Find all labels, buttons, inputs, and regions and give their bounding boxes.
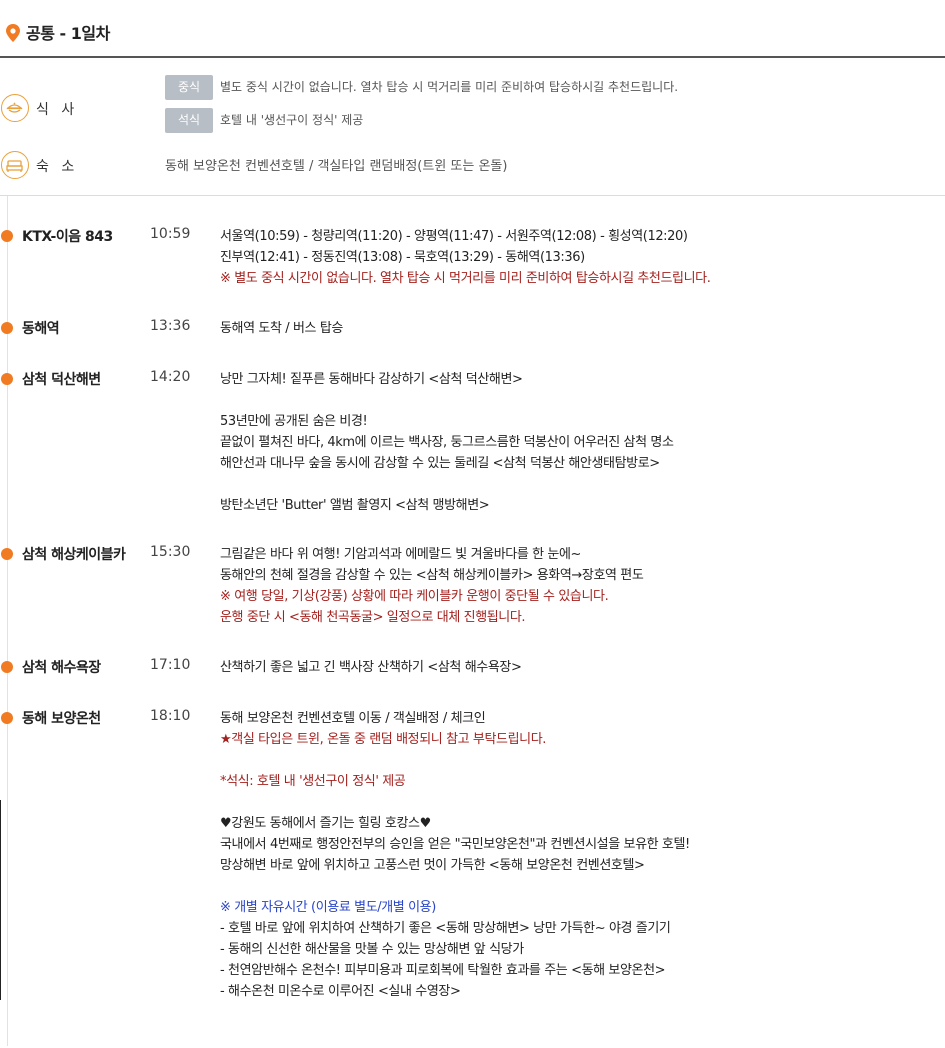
schedule-description: 서울역(10:59) - 청량리역(11:20) - 양평역(11:47) - … xyxy=(220,226,935,289)
description-line: 낭만 그자체! 짙푸른 동해바다 감상하기 <삼척 덕산해변> xyxy=(220,372,523,387)
schedule-place: 삼척 해상케이블카 xyxy=(22,547,126,563)
schedule-time: 14:20 xyxy=(150,369,191,385)
meal-label: 식 사 xyxy=(36,102,79,118)
dinner-text: 호텔 내 '생선구이 정식' 제공 xyxy=(220,113,364,127)
day-header: 공통 - 1일차 xyxy=(0,0,945,58)
timeline-dot xyxy=(1,548,13,560)
schedule-place: 삼척 해수욕장 xyxy=(22,660,101,676)
schedule-place: 삼척 덕산해변 xyxy=(22,372,101,388)
schedule-description: 동해역 도착 / 버스 탑승 xyxy=(220,318,935,339)
schedule-time: 13:36 xyxy=(150,318,191,334)
schedule-description: 그림같은 바다 위 여행! 기암괴석과 에메랄드 빛 겨울바다를 한 눈에~ 동… xyxy=(220,544,935,628)
description-free-time-heading: ※ 개별 자유시간 (이용료 별도/개별 이용) xyxy=(220,900,436,915)
timeline-dot xyxy=(1,373,13,385)
schedule-description: 산책하기 좋은 넓고 긴 백사장 산책하기 <삼척 해수욕장> xyxy=(220,657,935,678)
description-line: 서울역(10:59) - 청량리역(11:20) - 양평역(11:47) - … xyxy=(220,229,688,244)
description-spacer xyxy=(220,390,935,411)
description-line: 동해역 도착 / 버스 탑승 xyxy=(220,321,343,336)
description-line: - 천연암반해수 온천수! 피부미용과 피로회복에 탁월한 효과를 주는 <동해… xyxy=(220,963,666,978)
description-spacer xyxy=(220,750,935,771)
description-notice: ※ 여행 당일, 기상(강풍) 상황에 따라 케이블카 운행이 중단될 수 있습… xyxy=(220,589,609,604)
description-line: - 해수온천 미온수로 이루어진 <실내 수영장> xyxy=(220,984,461,999)
description-line: 망상해변 바로 앞에 위치하고 고풍스런 멋이 가득한 <동해 보양온천 컨벤션… xyxy=(220,858,645,873)
description-line: 진부역(12:41) - 정동진역(13:08) - 묵호역(13:29) - … xyxy=(220,250,585,265)
description-line: - 동해의 신선한 해산물을 맛볼 수 있는 망상해변 앞 식당가 xyxy=(220,942,524,957)
lunch-text: 별도 중식 시간이 없습니다. 열차 탑승 시 먹거리를 미리 준비하여 탑승하… xyxy=(220,80,679,94)
schedule-description: 동해 보양온천 컨벤션호텔 이동 / 객실배정 / 체크인 ★객실 타입은 트윈… xyxy=(220,708,935,1002)
description-notice: ★객실 타입은 트윈, 온돌 중 랜덤 배정되니 참고 부탁드립니다. xyxy=(220,732,547,747)
description-line: ♥강원도 동해에서 즐기는 힐링 호캉스♥ xyxy=(220,816,431,831)
left-border xyxy=(0,800,1,1000)
bed-icon xyxy=(1,151,29,179)
description-line: 끝없이 펼쳐진 바다, 4km에 이르는 백사장, 둥그르스름한 덕봉산이 어우… xyxy=(220,435,674,450)
description-notice: 운행 중단 시 <동해 천곡동굴> 일정으로 대체 진행됩니다. xyxy=(220,610,526,625)
schedule-place: 동해역 xyxy=(22,321,60,337)
description-spacer xyxy=(220,792,935,813)
description-line: 국내에서 4번째로 행정안전부의 승인을 얻은 "국민보양온천"과 컨벤션시설을… xyxy=(220,837,690,852)
description-line: 동해 보양온천 컨벤션호텔 이동 / 객실배정 / 체크인 xyxy=(220,711,486,726)
lodging-text: 동해 보양온천 컨벤션호텔 / 객실타입 랜덤배정(트윈 또는 온돌) xyxy=(165,159,508,174)
description-line: 해안선과 대나무 숲을 동시에 감상할 수 있는 둘레길 <삼척 덕봉산 해안생… xyxy=(220,456,660,471)
schedule-time: 15:30 xyxy=(150,544,191,560)
description-spacer xyxy=(220,474,935,495)
description-line: 그림같은 바다 위 여행! 기암괴석과 에메랄드 빛 겨울바다를 한 눈에~ xyxy=(220,547,582,562)
schedule-time: 18:10 xyxy=(150,708,191,724)
description-line: 53년만에 공개된 숨은 비경! xyxy=(220,414,368,429)
description-spacer xyxy=(220,876,935,897)
meal-icon xyxy=(1,94,29,122)
lunch-tag: 중식 xyxy=(165,75,213,100)
schedule-time: 17:10 xyxy=(150,657,191,673)
description-line: 방탄소년단 'Butter' 앨범 촬영지 <삼척 맹방해변> xyxy=(220,498,490,513)
dinner-tag: 석식 xyxy=(165,108,213,133)
timeline-dot xyxy=(1,661,13,673)
timeline-dot xyxy=(1,230,13,242)
description-line: - 호텔 바로 앞에 위치하여 산책하기 좋은 <동해 망상해변> 낭만 가득한… xyxy=(220,921,671,936)
description-notice: *석식: 호텔 내 '생선구이 정식' 제공 xyxy=(220,774,406,789)
info-section: 식 사 중식 별도 중식 시간이 없습니다. 열차 탑승 시 먹거리를 미리 준… xyxy=(0,60,945,196)
schedule-time: 10:59 xyxy=(150,226,191,242)
schedule-description: 낭만 그자체! 짙푸른 동해바다 감상하기 <삼척 덕산해변> 53년만에 공개… xyxy=(220,369,935,516)
day-title: 공통 - 1일차 xyxy=(26,24,110,43)
description-notice: ※ 별도 중식 시간이 없습니다. 열차 탑승 시 먹거리를 미리 준비하여 탑… xyxy=(220,271,711,286)
lodging-label: 숙 소 xyxy=(36,159,79,175)
description-line: 동해안의 천혜 절경을 감상할 수 있는 <삼척 해상케이블카> 용화역→장호역… xyxy=(220,568,644,583)
timeline-dot xyxy=(1,712,13,724)
schedule-place: KTX-이음 843 xyxy=(22,229,113,245)
description-line: 산책하기 좋은 넓고 긴 백사장 산책하기 <삼척 해수욕장> xyxy=(220,660,522,675)
location-pin-icon xyxy=(6,24,20,42)
timeline-dot xyxy=(1,322,13,334)
schedule-place: 동해 보양온천 xyxy=(22,711,101,727)
